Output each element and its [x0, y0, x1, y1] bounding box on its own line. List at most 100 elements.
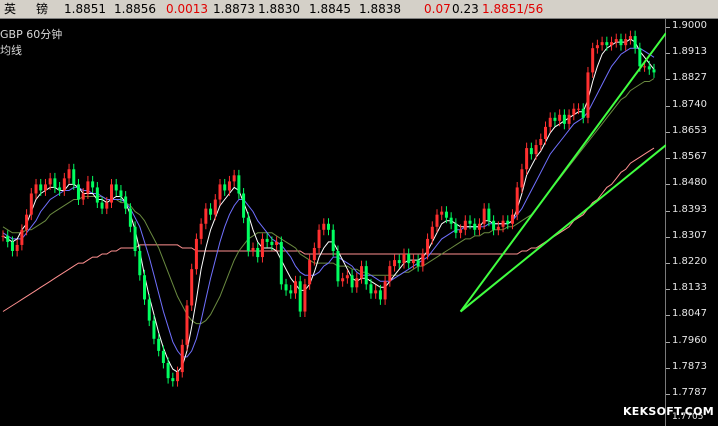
candle-body [147, 299, 151, 321]
candle-body [256, 247, 260, 258]
y-tick-label: 1.7873 [672, 361, 707, 373]
candle-body [407, 254, 411, 264]
quote-low: 1.8830 [258, 2, 300, 16]
candle-body [487, 208, 491, 221]
candle-body [553, 117, 557, 121]
y-tick-label: 1.8913 [672, 46, 707, 58]
candle-body [567, 114, 571, 124]
candle-body [53, 178, 57, 188]
candle-body [105, 202, 109, 209]
candle-body [341, 278, 345, 282]
candle-body [482, 208, 486, 224]
candle-body [58, 187, 62, 191]
y-tick-mark [666, 132, 670, 134]
y-tick-label: 1.8047 [672, 308, 707, 320]
candle-body [265, 238, 269, 242]
candle-body [327, 223, 330, 230]
candle-body [378, 290, 382, 300]
y-tick-label: 1.8393 [672, 203, 707, 215]
candle-body [501, 220, 505, 227]
candle-body [176, 372, 180, 382]
quote-last: 1.8851/56 [482, 2, 544, 16]
candle-body [430, 226, 434, 239]
candle-body [48, 178, 52, 185]
candle-body [548, 117, 552, 127]
candle-body [355, 278, 359, 288]
candle-body [119, 190, 123, 197]
candle-body [114, 184, 118, 191]
candle-body [190, 269, 194, 306]
candle-body [473, 223, 477, 230]
candle-body [388, 266, 392, 282]
candle-body [143, 275, 147, 300]
candle-body [562, 114, 566, 124]
candle-body [81, 193, 85, 200]
candle-body [232, 175, 236, 182]
y-tick-label: 1.8307 [672, 229, 707, 241]
candle-body [364, 266, 368, 285]
candle-body [624, 39, 628, 46]
candle-body [444, 211, 448, 218]
trendline-1 [459, 32, 666, 313]
candle-body [218, 184, 222, 200]
candle-body [204, 208, 208, 224]
candle-body [20, 229, 24, 245]
candle-body [440, 211, 444, 215]
y-tick-mark [666, 53, 670, 55]
candle-body [435, 214, 439, 227]
candle-body [67, 169, 71, 179]
candle-body [260, 238, 264, 258]
candle-body [110, 184, 113, 203]
candle-body [223, 184, 227, 191]
quote-v1: 1.8845 [309, 2, 351, 16]
candle-body [539, 139, 543, 146]
quote-bar: 英 镑 1.8851 1.8856 0.0013 1.8873 1.8830 1… [0, 0, 718, 19]
candle-body [237, 175, 241, 194]
candle-body [633, 36, 637, 49]
candle-body [246, 217, 250, 251]
quote-v2: 1.8838 [359, 2, 401, 16]
candle-body [652, 69, 656, 73]
chart-area[interactable]: GBP 60分钟 均线 [0, 19, 666, 426]
y-tick-mark [666, 27, 670, 28]
candle-body [10, 241, 14, 251]
y-tick-label: 1.8220 [672, 256, 707, 268]
candle-body [157, 338, 161, 351]
y-tick-mark [666, 289, 670, 291]
candle-body [161, 350, 165, 363]
candle-body [510, 214, 514, 224]
candle-body [242, 193, 246, 218]
candle-body [171, 378, 175, 382]
candle-body [199, 223, 203, 239]
candle-body [76, 184, 80, 200]
candle-body [289, 290, 293, 294]
symbol-name-2: 镑 [36, 2, 49, 16]
candle-body [426, 238, 430, 255]
candle-body [600, 42, 604, 46]
price-chart [1, 30, 666, 387]
candle-body [251, 247, 255, 251]
ma-label: 均线 [0, 44, 22, 57]
candle-body [449, 217, 453, 224]
candle-body [591, 48, 595, 73]
candle-body [279, 241, 283, 285]
candle-body [39, 184, 43, 191]
candle-body [369, 284, 373, 294]
candle-body [308, 260, 312, 285]
candle-body [534, 145, 538, 155]
candle-body [416, 260, 420, 267]
quote-change: 0.0013 [166, 2, 208, 16]
candle-body [317, 229, 321, 248]
candle-body [477, 223, 481, 230]
candle-body [350, 275, 354, 288]
candle-body [411, 260, 415, 264]
candle-body [345, 275, 349, 279]
y-tick-mark [666, 158, 670, 160]
candle-body [360, 266, 364, 279]
candle-body [515, 187, 519, 215]
trendline-2 [459, 144, 666, 313]
candle-body [1, 235, 5, 237]
candle-body [614, 39, 618, 43]
quote-close: 1.8856 [114, 2, 156, 16]
candle-body [95, 187, 99, 203]
